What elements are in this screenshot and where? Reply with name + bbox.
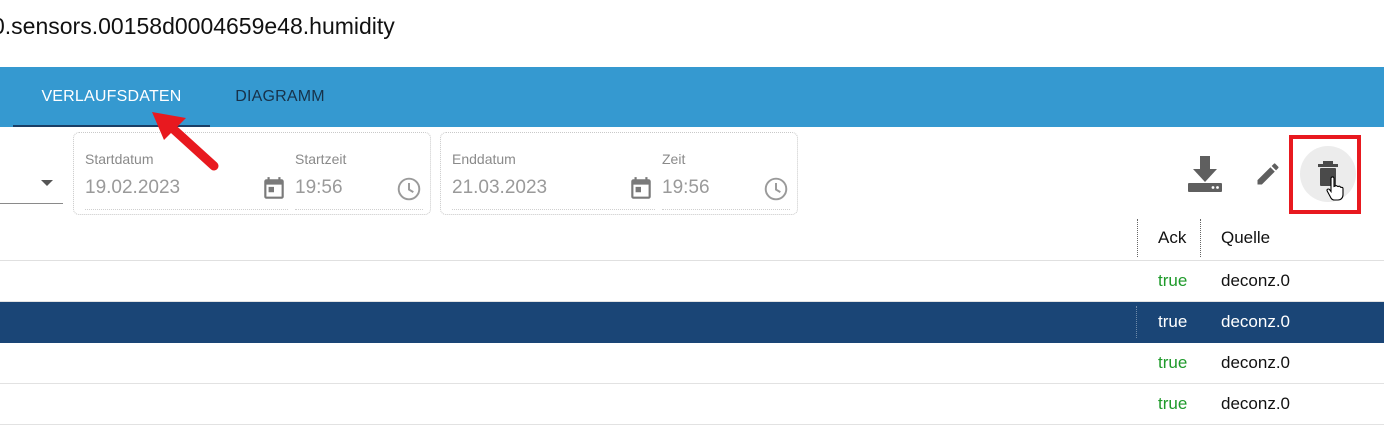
end-date-label: Enddatum (452, 151, 516, 167)
end-date-field[interactable]: Enddatum 21.03.2023 (452, 141, 655, 211)
clock-icon[interactable] (396, 176, 422, 202)
start-time-label: Startzeit (295, 151, 347, 167)
ack-cell: true (1158, 312, 1188, 331)
column-header-ack[interactable]: Ack (1158, 215, 1186, 260)
column-header-quelle[interactable]: Quelle (1221, 215, 1270, 260)
table-row-selected[interactable]: true deconz.0 (0, 302, 1384, 343)
clock-icon[interactable] (763, 176, 789, 202)
end-datetime-group: Enddatum 21.03.2023 Zeit 19:56 (440, 132, 798, 215)
ack-cell: true (1158, 271, 1188, 290)
end-time-value: 19:56 (662, 177, 710, 198)
source-cell: deconz.0 (1221, 312, 1290, 331)
table-header: Ack Quelle (0, 215, 1384, 261)
table-row[interactable]: true deconz.0 (0, 343, 1384, 384)
source-cell: deconz.0 (1221, 353, 1290, 372)
start-time-field[interactable]: Startzeit 19:56 (295, 141, 423, 211)
pencil-icon (1257, 163, 1279, 185)
page-title: 0.sensors.00158d0004659e48.humidity (0, 13, 395, 39)
edit-button[interactable] (1240, 146, 1296, 202)
source-cell: deconz.0 (1221, 394, 1290, 413)
column-separator[interactable] (1137, 219, 1138, 257)
ack-cell: true (1158, 353, 1188, 372)
active-tab-indicator (13, 125, 210, 127)
start-time-value: 19:56 (295, 177, 343, 198)
end-time-field[interactable]: Zeit 19:56 (662, 141, 790, 211)
tab-diagramm[interactable]: DIAGRAMM (210, 67, 350, 127)
download-icon (1188, 156, 1222, 192)
start-date-field[interactable]: Startdatum 19.02.2023 (85, 141, 288, 211)
source-cell: deconz.0 (1221, 271, 1290, 290)
tab-verlaufsdaten[interactable]: VERLAUFSDATEN (13, 67, 210, 127)
start-date-value: 19.02.2023 (85, 177, 181, 198)
end-time-label: Zeit (662, 151, 686, 167)
column-separator[interactable] (1200, 219, 1201, 257)
hand-cursor-icon (1326, 176, 1344, 201)
instance-select[interactable] (0, 160, 63, 204)
end-date-value: 21.03.2023 (452, 177, 548, 198)
download-button[interactable] (1177, 146, 1233, 202)
ack-cell: true (1158, 394, 1188, 413)
chevron-down-icon (41, 180, 53, 186)
start-datetime-group: Startdatum 19.02.2023 Startzeit 19:56 (73, 132, 431, 215)
calendar-icon[interactable] (261, 176, 287, 202)
calendar-icon[interactable] (628, 176, 654, 202)
start-date-label: Startdatum (85, 151, 154, 167)
table-row[interactable]: true deconz.0 (0, 261, 1384, 302)
table-row[interactable]: true deconz.0 (0, 384, 1384, 425)
tab-bar: VERLAUFSDATEN DIAGRAMM (0, 67, 1384, 127)
